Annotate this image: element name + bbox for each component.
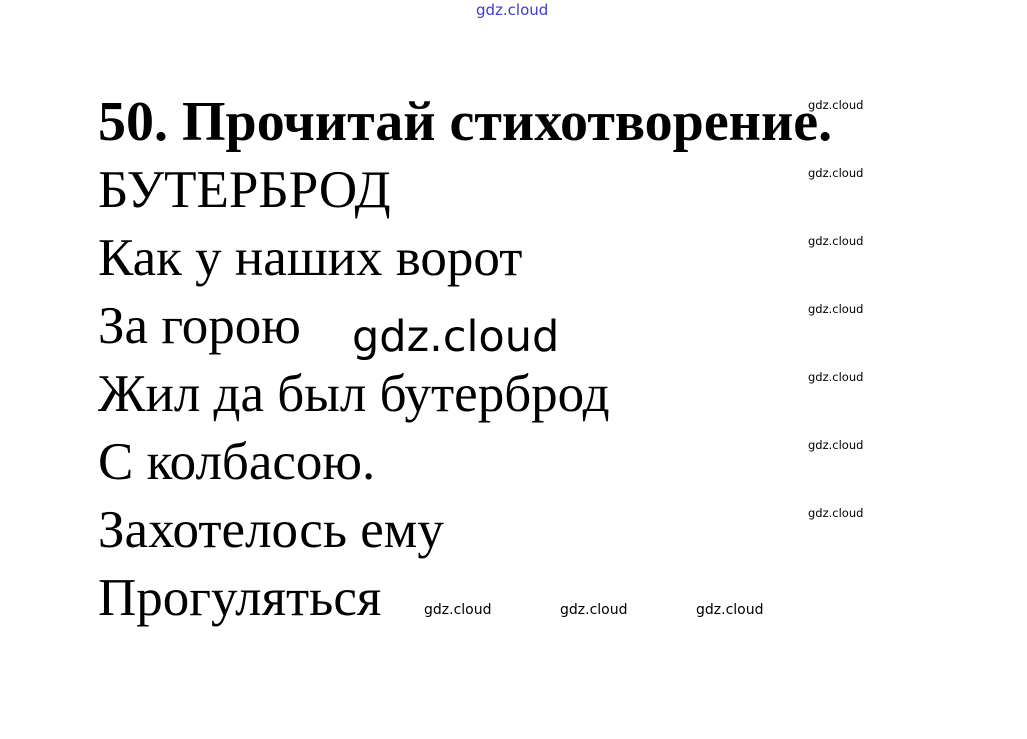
poem-line-2: За горою bbox=[98, 297, 301, 355]
poem-line-4: С колбасою. bbox=[98, 433, 376, 491]
header-watermark: gdz.cloud bbox=[476, 1, 549, 19]
watermark-right-2: gdz.cloud bbox=[808, 166, 864, 180]
watermark-center: gdz.cloud bbox=[352, 312, 560, 362]
watermark-bottom-1: gdz.cloud bbox=[424, 602, 492, 618]
poem-line-1: Как у наших ворот bbox=[98, 229, 523, 287]
watermark-right-4: gdz.cloud bbox=[808, 302, 864, 316]
poem-line-3: Жил да был бутерброд bbox=[98, 365, 610, 423]
watermark-right-3: gdz.cloud bbox=[808, 234, 864, 248]
watermark-right-1: gdz.cloud bbox=[808, 98, 864, 112]
page: gdz.cloud 50. Прочитай стихотворение. БУ… bbox=[0, 0, 1027, 739]
watermark-bottom-3: gdz.cloud bbox=[696, 602, 764, 618]
watermark-bottom-2: gdz.cloud bbox=[560, 602, 628, 618]
watermark-right-5: gdz.cloud bbox=[808, 370, 864, 384]
task-title: 50. Прочитай стихотворение. bbox=[98, 91, 833, 153]
poem-line-5: Захотелось ему bbox=[98, 501, 444, 559]
watermark-right-7: gdz.cloud bbox=[808, 506, 864, 520]
poem-title: БУТЕРБРОД bbox=[98, 161, 391, 219]
watermark-right-6: gdz.cloud bbox=[808, 438, 864, 452]
poem-line-6: Прогуляться bbox=[98, 569, 382, 627]
